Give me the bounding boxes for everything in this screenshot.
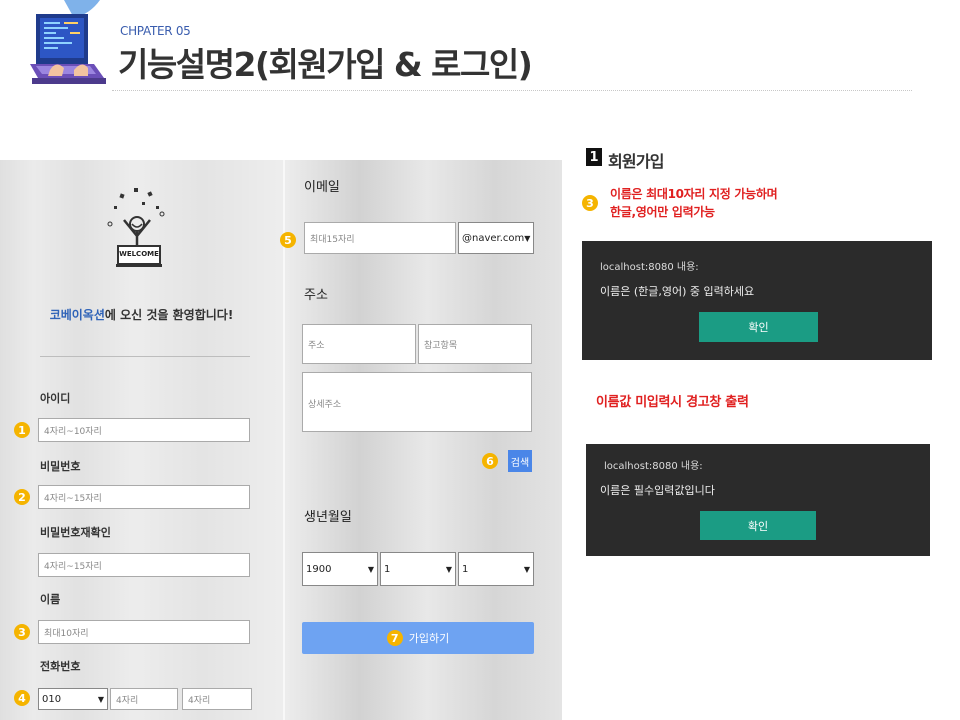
address-input[interactable]: 주소: [302, 324, 416, 364]
name-label: 이름: [40, 593, 61, 606]
email-label: 이메일: [304, 180, 340, 195]
address-detail-input[interactable]: 상세주소: [302, 372, 532, 432]
phone-middle-input[interactable]: 4자리: [110, 688, 178, 710]
dialog-host: localhost:8080 내용:: [600, 262, 699, 273]
birth-month-select[interactable]: 1 ▼: [380, 552, 456, 586]
id-input[interactable]: 4자리~10자리: [38, 418, 250, 442]
dialog-host: localhost:8080 내용:: [604, 461, 703, 472]
marker-7: 7: [386, 630, 403, 646]
signup-form-screenshot: WELCOME 코베이옥션에 오신 것을 환영합니다! 아이디 1 4자리~10…: [0, 160, 562, 720]
dialog-confirm-button[interactable]: 확인: [699, 312, 818, 342]
birth-day-value: 1: [462, 563, 469, 575]
chevron-down-icon: ▼: [524, 233, 531, 243]
birth-month-value: 1: [384, 563, 391, 575]
birth-year-select[interactable]: 1900 ▼: [302, 552, 378, 586]
alert-dialog-invalid-name: localhost:8080 내용: 이름은 (한글,영어) 중 입력하세요 확…: [582, 241, 932, 360]
chapter-label: CHPATER 05: [120, 24, 191, 38]
welcome-separator: [40, 356, 250, 357]
note-marker-3: 3: [582, 195, 598, 211]
welcome-sign-text: WELCOME: [119, 250, 159, 258]
chevron-down-icon: ▼: [523, 564, 530, 574]
marker-5: 5: [280, 232, 296, 248]
join-button-label: 가입하기: [408, 632, 450, 645]
empty-name-warning-note: 이름값 미입력시 경고창 출력: [596, 395, 749, 410]
password-confirm-label: 비밀번호재확인: [40, 526, 111, 539]
chevron-down-icon: ▼: [367, 564, 374, 574]
page-title: 기능설명2(회원가입 & 로그인): [118, 45, 533, 84]
developer-laptop-icon: [30, 0, 110, 90]
phone-label: 전화번호: [40, 660, 81, 673]
chevron-down-icon: ▼: [97, 694, 104, 704]
address-extra-input[interactable]: 참고항목: [418, 324, 532, 364]
phone-prefix-value: 010: [42, 693, 62, 705]
welcome-message: 코베이옥션에 오신 것을 환영합니다!: [0, 306, 283, 323]
welcome-rest: 에 오신 것을 환영합니다!: [104, 308, 234, 322]
welcome-brand: 코베이옥션: [49, 308, 105, 322]
section-number: 1: [586, 148, 602, 166]
welcome-illustration: WELCOME: [98, 184, 178, 284]
phone-prefix-select[interactable]: 010 ▼: [38, 688, 108, 710]
header-divider: [112, 90, 912, 91]
name-rule-note-line2: 한글,영어만 입력가능: [610, 205, 715, 219]
alert-dialog-empty-name: localhost:8080 내용: 이름은 필수입력값입니다 확인: [586, 444, 930, 556]
join-button[interactable]: 7 가입하기: [302, 622, 534, 654]
name-input[interactable]: 최대10자리: [38, 620, 250, 644]
dialog-message: 이름은 (한글,영어) 중 입력하세요: [600, 285, 755, 298]
id-label: 아이디: [40, 392, 71, 405]
marker-4: 4: [14, 690, 30, 706]
chevron-down-icon: ▼: [445, 564, 452, 574]
name-rule-note-line1: 이름은 최대10자리 지정 가능하며: [610, 187, 778, 201]
address-search-button[interactable]: 검색: [508, 450, 532, 472]
marker-6: 6: [482, 453, 498, 469]
section-title: 회원가입: [608, 152, 664, 171]
dialog-message: 이름은 필수입력값입니다: [600, 484, 715, 497]
password-confirm-input[interactable]: 4자리~15자리: [38, 553, 250, 577]
email-id-input[interactable]: 최대15자리: [304, 222, 456, 254]
marker-1: 1: [14, 422, 30, 438]
dialog-confirm-button[interactable]: 확인: [700, 511, 816, 540]
email-domain-value: @naver.com: [462, 232, 525, 244]
birth-day-select[interactable]: 1 ▼: [458, 552, 534, 586]
email-domain-select[interactable]: @naver.com ▼: [458, 222, 534, 254]
password-input[interactable]: 4자리~15자리: [38, 485, 250, 509]
password-label: 비밀번호: [40, 460, 81, 473]
birth-year-value: 1900: [306, 563, 332, 575]
marker-2: 2: [14, 489, 30, 505]
address-label: 주소: [304, 288, 328, 303]
phone-last-input[interactable]: 4자리: [182, 688, 252, 710]
marker-3: 3: [14, 624, 30, 640]
birth-label: 생년월일: [304, 510, 352, 525]
